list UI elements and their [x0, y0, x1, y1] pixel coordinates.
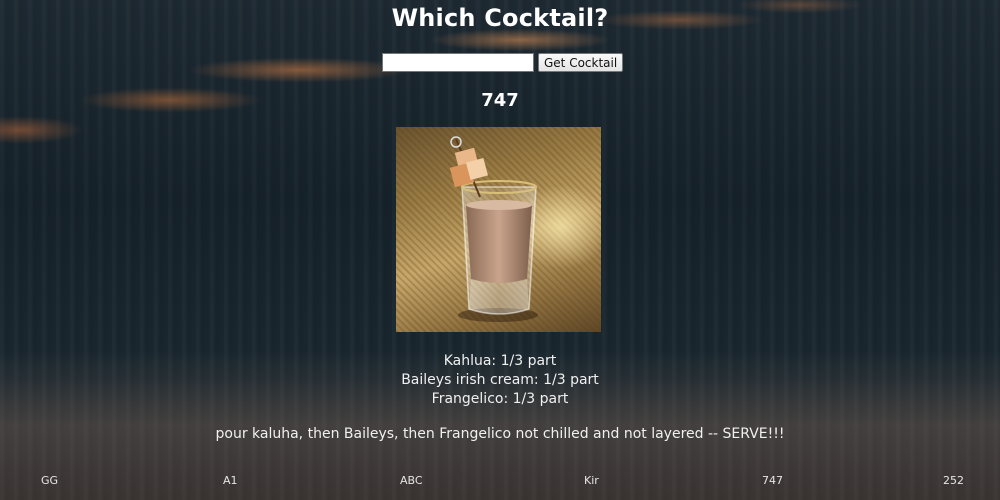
shot-glass-illustration: [449, 136, 538, 322]
cocktail-search-input[interactable]: [382, 53, 534, 72]
cocktail-link-kir[interactable]: Kir: [584, 474, 599, 487]
cocktail-link-a1[interactable]: A1: [223, 474, 238, 487]
drink-name: 747: [481, 90, 519, 111]
ingredient-item: Frangelico: 1/3 part: [431, 391, 569, 407]
drink-image: [396, 127, 601, 332]
ingredient-item: Baileys irish cream: 1/3 part: [401, 372, 599, 388]
drink-instructions: pour kaluha, then Baileys, then Frangeli…: [215, 426, 785, 442]
ingredients-list: Kahlua: 1/3 part Baileys irish cream: 1/…: [0, 352, 1000, 409]
cocktail-link-252[interactable]: 252: [943, 474, 964, 487]
bottom-cocktail-links: GG A1 ABC Kir 747 252: [0, 474, 1000, 490]
cocktail-link-abc[interactable]: ABC: [400, 474, 423, 487]
cocktail-link-747[interactable]: 747: [762, 474, 783, 487]
cocktail-link-gg[interactable]: GG: [41, 474, 58, 487]
search-bar: Get Cocktail: [382, 53, 624, 72]
get-cocktail-button[interactable]: Get Cocktail: [538, 53, 624, 72]
page-title: Which Cocktail?: [391, 4, 609, 32]
ingredient-item: Kahlua: 1/3 part: [443, 353, 557, 369]
